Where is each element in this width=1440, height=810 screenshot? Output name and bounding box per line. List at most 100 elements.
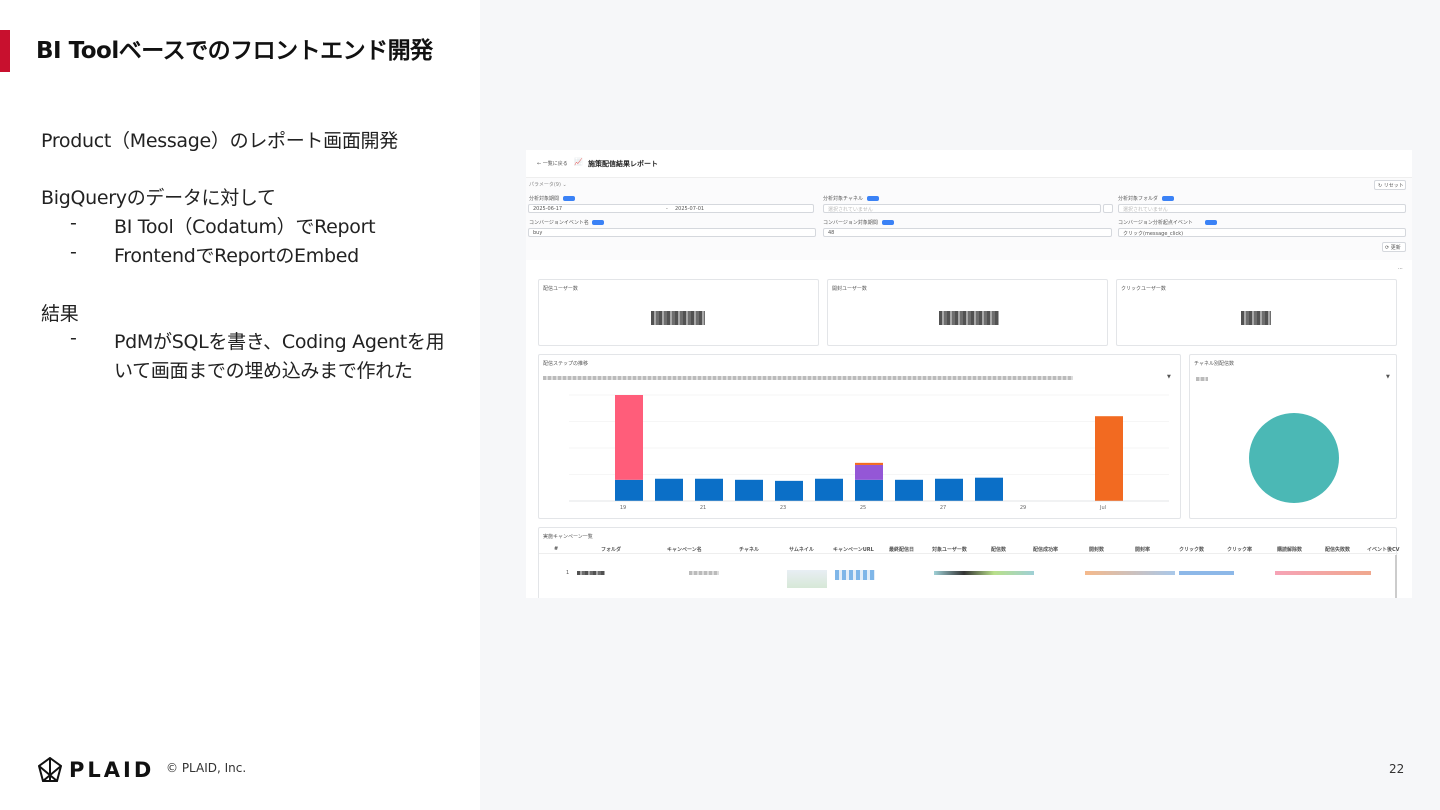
param-label: コンバージョンイベント名 — [529, 220, 589, 226]
bullet-dash: - — [70, 327, 77, 349]
conversion-start-event-select[interactable]: クリック(message_click) — [1118, 228, 1406, 237]
chart-bar[interactable] — [855, 464, 883, 480]
table-column-header[interactable]: キャンペーンURL — [833, 546, 874, 553]
folder-select[interactable]: 選択されていません — [1118, 204, 1406, 213]
conversion-event-select[interactable]: buy — [528, 228, 816, 237]
chart-bar[interactable] — [695, 478, 723, 501]
param-label: 分析対象チャネル — [823, 196, 863, 202]
parameters-area: パラメータ(9) ⌄ ↻ リセット 分析対象期間 分析対象チャネル 分析対象フォ… — [526, 178, 1412, 260]
slide-text-panel: BI Toolベースでのフロントエンド開発 Product（Message）のレ… — [0, 0, 480, 810]
update-button[interactable]: ⟳ 更新 — [1382, 242, 1406, 252]
chart-bar[interactable] — [615, 479, 643, 501]
x-tick-label: 21 — [700, 505, 706, 511]
title-accent-bar — [0, 30, 10, 72]
redacted-value — [651, 311, 705, 325]
chart-bar[interactable] — [655, 478, 683, 501]
redacted-cell — [1275, 571, 1371, 575]
redacted-cell — [1085, 571, 1175, 575]
chart-bar[interactable] — [975, 477, 1003, 501]
pie-chart — [1249, 413, 1339, 503]
table-column-header[interactable]: チャネル — [739, 546, 759, 553]
table-column-header[interactable]: 最終配信日 — [889, 546, 914, 553]
section-heading-result: 結果 — [41, 303, 79, 325]
redacted-cell — [577, 571, 605, 575]
table-column-header[interactable]: イベント後CV — [1367, 546, 1400, 553]
params-toggle[interactable]: パラメータ(9) ⌄ — [529, 181, 567, 188]
kpi-card-delivered-users: 配信ユーザー数 — [538, 279, 819, 346]
page-number: 22 — [1389, 762, 1405, 776]
conversion-period-input[interactable]: 48 — [823, 228, 1112, 237]
table-column-header[interactable]: 対象ユーザー数 — [932, 546, 967, 553]
pie-slice[interactable] — [1249, 413, 1339, 503]
chart-bar[interactable] — [735, 479, 763, 501]
bullet-item-continued: いて画面までの埋め込みまで作れた — [114, 360, 413, 382]
reset-button[interactable]: ↻ リセット — [1374, 180, 1406, 190]
thumbnail — [787, 570, 827, 588]
kpi-card-opened-users: 開封ユーザー数 — [827, 279, 1108, 346]
campaign-url-cell[interactable] — [835, 570, 875, 580]
table-column-header[interactable]: キャンペーン名 — [667, 546, 702, 553]
plaid-logo: PLAID — [38, 757, 154, 783]
table-column-header[interactable]: 開封数 — [1089, 546, 1104, 553]
table-column-header[interactable]: 開封率 — [1135, 546, 1150, 553]
chart-bar[interactable] — [1095, 416, 1123, 501]
report-title: 施策配信結果レポート — [588, 160, 658, 168]
table-column-header[interactable]: 配信数 — [991, 546, 1006, 553]
param-badge — [1162, 196, 1174, 201]
chart-bar[interactable] — [815, 478, 843, 501]
bullet-dash: - — [70, 212, 77, 234]
x-tick-label: 23 — [780, 505, 786, 511]
chart-bar[interactable] — [775, 480, 803, 501]
trend-chart-card: 配信ステップの推移 ▼ 19 21 23 25 27 29 Jul — [538, 354, 1181, 519]
param-badge — [867, 196, 879, 201]
back-link[interactable]: ← 一覧に戻る — [537, 160, 568, 167]
slide-title: BI Toolベースでのフロントエンド開発 — [36, 38, 433, 64]
x-tick-label: 25 — [860, 505, 866, 511]
table-column-header[interactable]: 購読解除数 — [1277, 546, 1302, 553]
redacted-cell — [689, 571, 719, 575]
chart-icon: 📈 — [574, 158, 583, 166]
section-heading-product: Product（Message）のレポート画面開発 — [41, 130, 398, 152]
table-row[interactable]: 1 — [539, 566, 1398, 588]
chart-bar[interactable] — [895, 479, 923, 501]
redacted-cell — [934, 571, 1034, 575]
table-scrollbar[interactable] — [1395, 555, 1397, 598]
param-label: コンバージョン対象期間 — [823, 220, 878, 226]
table-column-header[interactable]: フォルダ — [601, 546, 621, 553]
section-heading-bigquery: BigQueryのデータに対して — [41, 187, 276, 209]
bullet-item: FrontendでReportのEmbed — [114, 245, 359, 267]
redacted-value — [939, 311, 999, 325]
redacted-value — [1241, 311, 1271, 325]
x-tick-label: 19 — [620, 505, 626, 511]
chart-bar[interactable] — [935, 478, 963, 501]
bar-chart: 19 21 23 25 27 29 Jul — [569, 394, 1169, 511]
chart-bar[interactable] — [855, 479, 883, 501]
campaign-table-card: 実施キャンペーン一覧 # フォルダ キャンペーン名 チャネル サムネイル キャンペーンUR… — [538, 527, 1400, 598]
report-header: ← 一覧に戻る 📈 施策配信結果レポート — [526, 150, 1412, 178]
logo-wordmark: PLAID — [69, 758, 155, 782]
date-range-field[interactable]: 2025-06-17 - 2025-07-01 — [528, 204, 814, 213]
bullet-item: BI Tool（Codatum）でReport — [114, 216, 376, 238]
channel-select[interactable]: 選択されていません — [823, 204, 1101, 213]
param-label: コンバージョン分析起点イベント — [1118, 220, 1193, 226]
channel-pie-card: チャネル別配信数 ▼ — [1189, 354, 1397, 519]
table-column-header[interactable]: クリック数 — [1179, 546, 1204, 553]
table-column-header[interactable]: 配信失敗数 — [1325, 546, 1350, 553]
chart-bar[interactable] — [855, 462, 883, 465]
table-column-header[interactable]: 配信成功率 — [1033, 546, 1058, 553]
table-column-header[interactable]: サムネイル — [789, 546, 814, 553]
x-tick-label: Jul — [1099, 505, 1106, 511]
param-badge — [592, 220, 604, 225]
bullet-dash: - — [70, 241, 77, 263]
table-column-header[interactable]: # — [554, 546, 558, 552]
param-label: 分析対象フォルダ — [1118, 196, 1159, 202]
param-badge — [882, 220, 894, 225]
plaid-logo-icon — [38, 757, 62, 782]
table-column-header[interactable]: クリック率 — [1227, 546, 1252, 553]
x-tick-label: 27 — [940, 505, 946, 511]
chart-bar[interactable] — [615, 395, 643, 480]
more-options-icon[interactable]: ⋯ — [1398, 266, 1403, 272]
redacted-cell — [1179, 571, 1234, 575]
table-header: # フォルダ キャンペーン名 チャネル サムネイル キャンペーンURL 最終配信日 対象ユーザ… — [539, 545, 1400, 554]
refresh-channel-icon[interactable] — [1103, 204, 1113, 213]
